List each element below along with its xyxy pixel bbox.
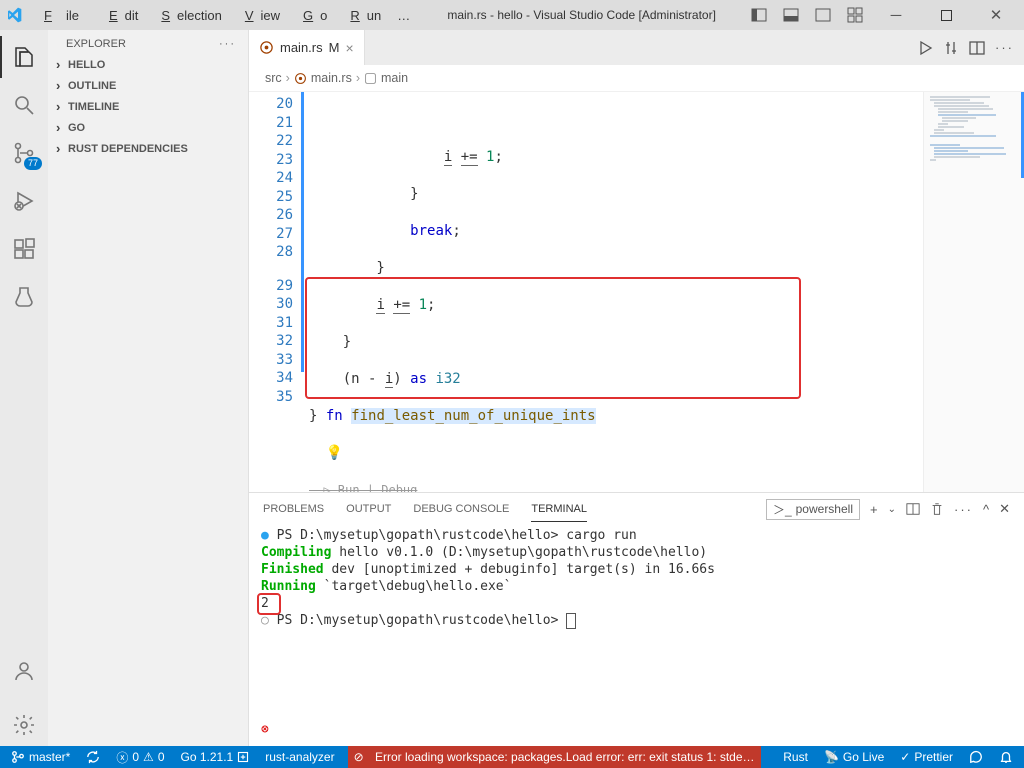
activity-bar: 77 <box>0 30 48 746</box>
panel-maximize-icon[interactable]: ^ <box>983 502 989 517</box>
tab-modified-indicator: M <box>329 40 340 55</box>
rust-file-icon <box>294 72 307 85</box>
annotation-output <box>257 593 281 615</box>
status-rust-analyzer[interactable]: rust-analyzer <box>262 750 337 764</box>
activity-explorer[interactable] <box>0 36 48 78</box>
window-close[interactable]: ✕ <box>974 2 1018 28</box>
minimap[interactable] <box>923 92 1024 492</box>
menu-file[interactable]: File <box>30 4 93 27</box>
annotation-main-fn <box>305 277 801 399</box>
status-branch[interactable]: master* <box>8 750 73 764</box>
panel: PROBLEMS OUTPUT DEBUG CONSOLE TERMINAL ＞… <box>249 492 1024 746</box>
window-title: main.rs - hello - Visual Studio Code [Ad… <box>417 8 746 22</box>
activity-debug[interactable] <box>0 180 48 222</box>
scm-badge: 77 <box>24 157 42 170</box>
menu-bar: File Edit Selection View Go Run … <box>30 4 417 27</box>
activity-testing[interactable] <box>0 276 48 318</box>
editor-group: main.rs M × ··· src › main.rs › main 202… <box>249 30 1024 746</box>
breadcrumb-src[interactable]: src <box>265 71 282 85</box>
line-gutter: 202122232425262728 29303132333435 <box>249 92 301 492</box>
layout-customize-icon[interactable] <box>842 2 868 28</box>
status-bar: master* ⓧ0 ⚠0 Go 1.21.1 rust-analyzer ⊘ … <box>0 746 1024 768</box>
status-go-version[interactable]: Go 1.21.1 <box>178 750 253 764</box>
main-area: 77 EXPLORER ··· ›HELLO ›OUTLINE ›TIMELIN… <box>0 30 1024 746</box>
explorer-header: EXPLORER ··· <box>48 30 248 54</box>
split-terminal-icon[interactable] <box>906 502 920 516</box>
window-maximize[interactable] <box>924 2 968 28</box>
panel-tab-terminal[interactable]: TERMINAL <box>531 497 587 522</box>
code-editor[interactable]: i += 1; } break; } i += 1; } (n - i) as … <box>301 92 923 492</box>
menu-edit[interactable]: Edit <box>95 4 145 27</box>
rust-file-icon <box>259 40 274 55</box>
status-bell-icon[interactable] <box>996 750 1016 764</box>
breadcrumb-symbol[interactable]: main <box>381 71 408 85</box>
layout-panel-bottom-icon[interactable] <box>778 2 804 28</box>
status-go-live[interactable]: 📡Go Live <box>821 750 887 764</box>
activity-settings[interactable] <box>0 704 48 746</box>
activity-scm[interactable]: 77 <box>0 132 48 174</box>
menu-go[interactable]: Go <box>289 4 334 27</box>
panel-more-icon[interactable]: ··· <box>954 502 973 517</box>
explorer-title: EXPLORER <box>66 38 126 50</box>
kill-terminal-icon[interactable] <box>930 502 944 516</box>
editor-more-icon[interactable]: ··· <box>995 40 1014 55</box>
layout-controls: ─ ✕ <box>746 2 1018 28</box>
breadcrumb-file[interactable]: main.rs <box>311 71 352 85</box>
status-workspace-error[interactable]: ⊘ Error loading workspace: packages.Load… <box>348 746 761 768</box>
menu-run[interactable]: Run <box>336 4 388 27</box>
breadcrumb[interactable]: src › main.rs › main <box>249 65 1024 92</box>
menu-view[interactable]: View <box>231 4 287 27</box>
window-minimize[interactable]: ─ <box>874 2 918 28</box>
status-language[interactable]: Rust <box>780 750 811 764</box>
editor-tabs: main.rs M × ··· <box>249 30 1024 65</box>
split-icon[interactable] <box>969 40 985 56</box>
panel-close-icon[interactable]: ✕ <box>999 501 1010 517</box>
status-sync[interactable] <box>83 750 103 764</box>
activity-extensions[interactable] <box>0 228 48 270</box>
status-problems[interactable]: ⓧ0 ⚠0 <box>113 749 167 766</box>
error-indicator-icon: ⊗ <box>261 721 269 738</box>
run-icon[interactable] <box>917 40 933 56</box>
panel-tabs: PROBLEMS OUTPUT DEBUG CONSOLE TERMINAL ＞… <box>249 493 1024 525</box>
panel-tab-output[interactable]: OUTPUT <box>346 497 391 521</box>
explorer-section-hello[interactable]: ›HELLO <box>48 54 248 75</box>
tab-main-rs[interactable]: main.rs M × <box>249 30 365 65</box>
activity-search[interactable] <box>0 84 48 126</box>
tab-close-icon[interactable]: × <box>345 40 353 56</box>
terminal-content[interactable]: ● PS D:\mysetup\gopath\rustcode\hello> c… <box>249 525 1024 746</box>
layout-sidebar-right-icon[interactable] <box>810 2 836 28</box>
diff-icon[interactable] <box>943 40 959 56</box>
layout-sidebar-left-icon[interactable] <box>746 2 772 28</box>
menu-more[interactable]: … <box>390 4 417 27</box>
tab-filename: main.rs <box>280 40 323 55</box>
vscode-icon <box>6 7 22 23</box>
panel-tab-problems[interactable]: PROBLEMS <box>263 497 324 521</box>
title-bar: File Edit Selection View Go Run … main.r… <box>0 0 1024 30</box>
explorer-section-go[interactable]: ›GO <box>48 117 248 138</box>
panel-tab-debug[interactable]: DEBUG CONSOLE <box>413 497 509 521</box>
terminal-dropdown-icon[interactable]: ⌄ <box>888 504 896 515</box>
status-feedback-icon[interactable] <box>966 750 986 764</box>
terminal-shell-selector[interactable]: ＞_powershell <box>766 499 860 520</box>
explorer-more-icon[interactable]: ··· <box>219 38 236 50</box>
symbol-icon <box>364 72 377 85</box>
codelens-run-debug[interactable]: ▷ Run | Debug <box>309 481 923 493</box>
explorer-sidebar: EXPLORER ··· ›HELLO ›OUTLINE ›TIMELINE ›… <box>48 30 249 746</box>
code-area: 202122232425262728 29303132333435 i += 1… <box>249 92 1024 492</box>
explorer-section-rust-deps[interactable]: ›RUST DEPENDENCIES <box>48 138 248 159</box>
status-prettier[interactable]: ✓Prettier <box>897 750 956 764</box>
explorer-section-timeline[interactable]: ›TIMELINE <box>48 96 248 117</box>
menu-selection[interactable]: Selection <box>147 4 228 27</box>
lightbulb-icon[interactable]: 💡 <box>326 445 343 461</box>
activity-account[interactable] <box>0 650 48 692</box>
explorer-section-outline[interactable]: ›OUTLINE <box>48 75 248 96</box>
editor-actions: ··· <box>907 30 1024 65</box>
new-terminal-icon[interactable]: + <box>870 502 878 517</box>
